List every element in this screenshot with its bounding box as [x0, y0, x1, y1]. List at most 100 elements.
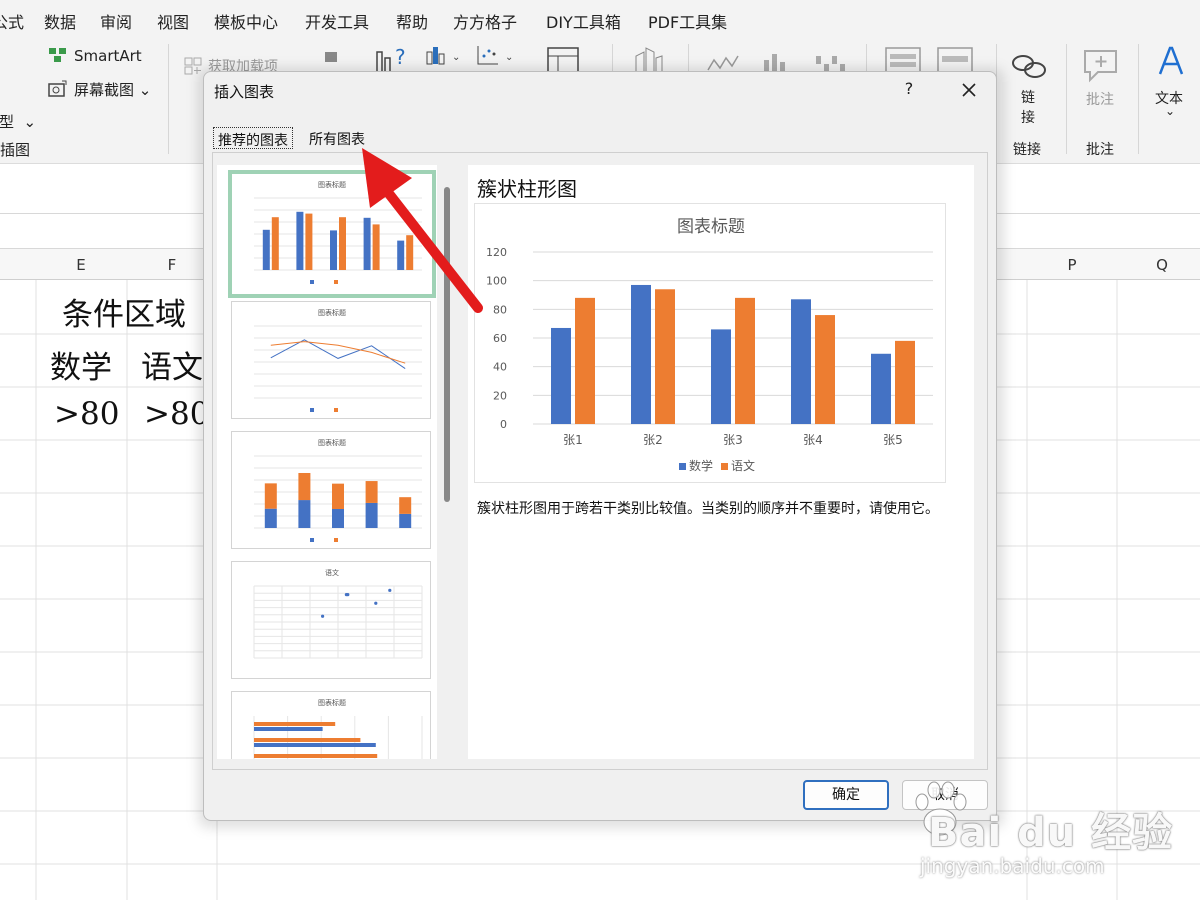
column-header-f[interactable]: F: [152, 256, 192, 274]
thumbnail-clustered-bar[interactable]: 图表标题: [231, 691, 431, 759]
thumbnail-stacked-column[interactable]: 图表标题: [231, 431, 431, 549]
scatter-chart-icon: ⌄: [477, 46, 513, 65]
thumbnail-chart-stacked-column: 图表标题: [254, 438, 422, 542]
column-header-p[interactable]: P: [1052, 256, 1092, 274]
screenshot-button[interactable]: 屏幕截图 ⌄: [74, 79, 151, 100]
bar-数学-张2: [631, 284, 651, 424]
thumbnail-bar: [365, 481, 378, 503]
thumbnail-bar: [332, 508, 344, 528]
ribbon-separator: [168, 44, 169, 154]
thumbnail-title: 图表标题: [318, 698, 346, 707]
thumbnail-bar: [254, 722, 336, 726]
thumbnail-chart-line: 图表标题: [254, 308, 422, 412]
comment-group-label: 批注: [1086, 142, 1114, 158]
thumbnail-line-数学: [270, 339, 406, 370]
scrollbar-thumb[interactable]: [444, 187, 450, 502]
cell-chinese[interactable]: 语文: [141, 342, 203, 387]
thumbnail-line[interactable]: 图表标题: [231, 301, 431, 419]
text-dropdown-icon[interactable]: ⌄: [1165, 104, 1175, 118]
menu-review[interactable]: 审阅: [100, 9, 132, 33]
thumbnail-bar: [339, 217, 346, 270]
thumbnail-bar: [397, 240, 405, 270]
menu-help[interactable]: 帮助: [396, 9, 428, 33]
cell-condition-area[interactable]: 条件区域: [62, 289, 186, 334]
thumbnail-bar: [365, 502, 378, 528]
thumbnail-title: 图表标题: [318, 180, 346, 189]
menu-view[interactable]: 视图: [157, 9, 189, 33]
thumbnail-scrollbar[interactable]: [437, 165, 457, 759]
chart-preview-panel: 簇状柱形图 图表标题 0 20 40 60 80 100 120 张1 张2 张3 张4 张5 数学 语文 …: [468, 165, 974, 759]
svg-text:?: ?: [395, 45, 406, 69]
help-button[interactable]: ?: [897, 77, 921, 101]
menu-developer[interactable]: 开发工具: [305, 9, 369, 33]
thumbnail-legend-swatch: [310, 280, 314, 284]
svg-text:⌄: ⌄: [452, 52, 460, 63]
legend-swatch-语文: [721, 463, 728, 470]
column-chart-icon: ⌄: [426, 47, 460, 65]
menu-formulas[interactable]: 公式: [0, 9, 24, 33]
menu-data[interactable]: 数据: [44, 9, 76, 33]
x-tick-label: 张1: [563, 433, 583, 447]
tab-all-charts[interactable]: 所有图表: [305, 127, 369, 149]
bar-语文-张3: [735, 297, 755, 424]
store-icon: [325, 52, 337, 62]
thumbnail-title: 语文: [325, 568, 339, 577]
thumbnail-bar: [330, 230, 337, 270]
x-tick-label: 张4: [803, 433, 823, 447]
thumbnail-point: [321, 614, 325, 618]
thumbnail-bar: [305, 213, 313, 270]
thumbnail-bar: [264, 483, 277, 509]
y-tick-label: 120: [486, 246, 507, 259]
smartart-button[interactable]: SmartArt: [74, 47, 142, 65]
thumbnail-point: [388, 588, 392, 592]
link-button[interactable]: 链接: [1021, 88, 1039, 128]
thumbnail-bar: [399, 497, 412, 514]
thumbnail-legend-swatch: [334, 408, 338, 412]
column-header-e[interactable]: E: [61, 256, 101, 274]
menu-diy-toolbox[interactable]: DIY工具箱: [546, 9, 621, 33]
thumbnail-chart-scatter: 语文: [253, 568, 423, 659]
bar-语文-张1: [575, 297, 595, 424]
legend-label-数学: 数学: [689, 458, 713, 473]
screenshot-icon: [48, 80, 67, 97]
thumbnail-bar: [296, 211, 304, 270]
thumbnail-legend-swatch: [334, 280, 338, 284]
preview-chart-type-title: 簇状柱形图: [477, 177, 577, 201]
menu-fangfang[interactable]: 方方格子: [453, 9, 517, 33]
menu-bar: 公式 数据 审阅 视图 模板中心 开发工具 帮助 方方格子 DIY工具箱 PDF…: [0, 0, 1200, 38]
bar-数学-张5: [871, 353, 891, 424]
thumbnail-scatter[interactable]: 语文: [231, 561, 431, 679]
y-tick-label: 100: [486, 275, 507, 288]
thumbnail-bar: [271, 217, 279, 270]
comment-icon: [1084, 50, 1117, 83]
bar-数学-张4: [791, 299, 811, 424]
chart-thumbnail-list[interactable]: 图表标题 图表标题 图表标题 语文 图表标题: [217, 165, 457, 759]
thumbnail-chart-clustered-bar: 图表标题: [253, 698, 423, 759]
bar-数学-张1: [551, 327, 571, 424]
thumbnail-legend-swatch: [334, 538, 338, 542]
thumbnail-bar: [254, 738, 361, 742]
preview-chart: 图表标题 0 20 40 60 80 100 120 张1 张2 张3 张4 张5 数学 语文: [474, 203, 946, 483]
y-tick-label: 0: [500, 418, 507, 431]
cell-math-condition[interactable]: >80: [54, 396, 119, 432]
cell-math[interactable]: 数学: [50, 342, 112, 387]
thumbnail-bar: [254, 743, 376, 747]
close-icon[interactable]: [956, 77, 982, 103]
tab-recommended-charts[interactable]: 推荐的图表: [213, 127, 293, 149]
thumbnail-bar: [298, 500, 311, 528]
thumbnail-bar: [399, 513, 412, 528]
thumbnail-bar: [406, 235, 414, 270]
ok-button[interactable]: 确定: [803, 780, 889, 810]
thumbnail-clustered-column[interactable]: 图表标题: [228, 170, 436, 298]
model-button[interactable]: 模型 ⌄: [0, 111, 36, 132]
menu-template-center[interactable]: 模板中心: [214, 9, 278, 33]
thumbnail-title: 图表标题: [318, 308, 346, 317]
link-group-label: 链接: [1013, 142, 1041, 158]
menu-pdf-tools[interactable]: PDF工具集: [648, 9, 727, 33]
watermark-logo-text: Bai du 经验: [928, 810, 1174, 856]
x-tick-label: 张2: [643, 433, 663, 447]
thumbnail-bar: [372, 224, 380, 270]
text-icon: [1158, 46, 1184, 75]
comment-button[interactable]: 批注: [1086, 89, 1114, 109]
column-header-q[interactable]: Q: [1142, 256, 1182, 274]
